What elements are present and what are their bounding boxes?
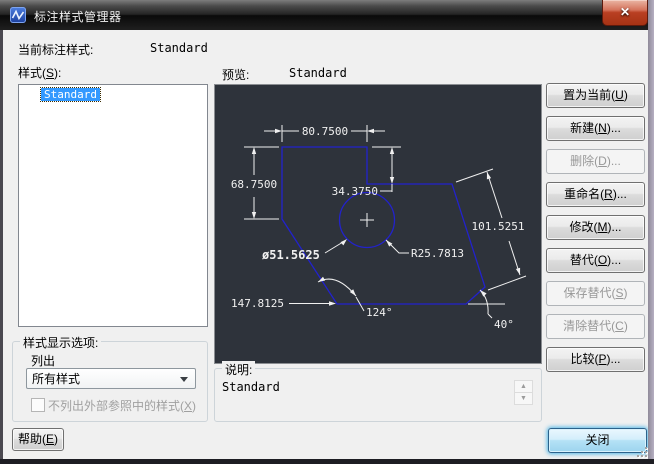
styles-listbox[interactable]: Standard — [18, 84, 208, 327]
description-group — [214, 368, 542, 422]
modify-button[interactable]: 修改(M)... — [546, 215, 645, 240]
current-style-value: Standard — [150, 41, 208, 55]
dim-step-height-label: 34.3750 — [332, 185, 378, 198]
new-button[interactable]: 新建(N)... — [546, 116, 645, 141]
preview-drawing: 80.7500 68.7500 34.3750 101.5251 R25.781… — [215, 85, 539, 361]
styles-label: 样式(S): — [18, 64, 61, 81]
resize-grip-icon[interactable] — [634, 444, 647, 457]
help-button[interactable]: 帮助(E) — [12, 428, 64, 451]
dim-diameter-label: ø51.5625 — [262, 248, 320, 262]
dimension-style-manager-dialog: 标注样式管理器 ✕ 当前标注样式: Standard 样式(S): Standa… — [0, 0, 654, 464]
style-filter-dropdown-value: 所有样式 — [32, 372, 80, 386]
dimension-preview-image: 80.7500 68.7500 34.3750 101.5251 R25.781… — [214, 84, 542, 364]
style-display-options-label: 样式显示选项: — [20, 334, 101, 351]
dim-aligned-edge-label: 101.5251 — [472, 220, 525, 233]
dim-angle-left-label: 124° — [366, 306, 393, 319]
description-value: Standard — [222, 380, 280, 394]
chevron-down-icon — [180, 377, 188, 382]
window-frame-right — [648, 0, 654, 464]
window-frame-left — [0, 30, 3, 464]
style-list-item-standard[interactable]: Standard — [41, 88, 100, 101]
list-label: 列出 — [31, 352, 55, 369]
current-style-label: 当前标注样式: — [18, 41, 93, 58]
dim-top-width-label: 80.7500 — [302, 125, 348, 138]
scroll-down-icon[interactable]: ▼ — [514, 392, 533, 405]
dim-bottom-width-label: 147.8125 — [231, 297, 284, 310]
description-label: 说明: — [222, 361, 255, 378]
preview-style-value: Standard — [289, 66, 347, 80]
override-button[interactable]: 替代(O)... — [546, 248, 645, 273]
clear-override-button: 清除替代(C) — [546, 314, 645, 339]
save-override-button: 保存替代(S) — [546, 281, 645, 306]
preview-label: 预览: — [222, 66, 249, 83]
hide-xref-styles-label: 不列出外部参照中的样式(X) — [48, 397, 196, 414]
dim-left-height-label: 68.7500 — [231, 178, 277, 191]
dim-radius-label: R25.7813 — [411, 247, 464, 260]
style-filter-dropdown[interactable]: 所有样式 — [26, 368, 196, 389]
dim-angle-right-label: 40° — [494, 318, 514, 331]
window-title: 标注样式管理器 — [34, 8, 122, 25]
close-dialog-button[interactable]: 关闭 — [548, 428, 647, 453]
dimension-wave-icon — [10, 7, 26, 23]
window-frame-bottom — [0, 459, 654, 464]
titlebar[interactable]: 标注样式管理器 — [0, 0, 648, 30]
hide-xref-styles-checkbox — [31, 398, 45, 412]
compare-button[interactable]: 比较(P)... — [546, 347, 645, 372]
app-icon — [10, 7, 26, 23]
set-current-button[interactable]: 置为当前(U) — [546, 83, 645, 108]
delete-button: 删除(D)... — [546, 149, 645, 174]
close-icon[interactable]: ✕ — [602, 0, 648, 26]
rename-button[interactable]: 重命名(R)... — [546, 182, 645, 207]
